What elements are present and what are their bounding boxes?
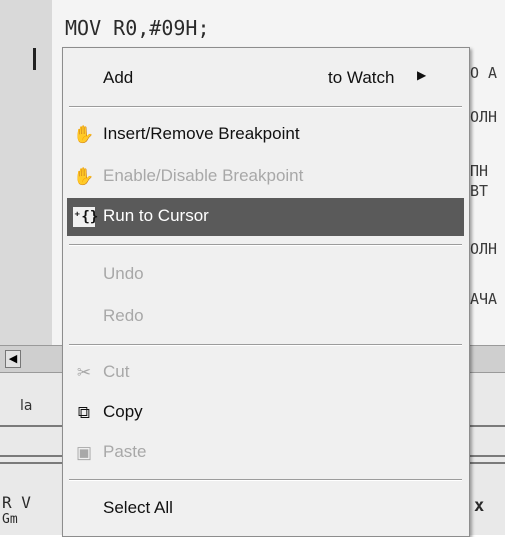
menu-item-label: Copy bbox=[103, 402, 143, 421]
menu-item-label: Redo bbox=[103, 306, 144, 325]
hand-icon: ✋ bbox=[73, 125, 95, 144]
tab-label-fragment: la bbox=[20, 398, 33, 414]
context-menu: Add to Watch ▶ ✋ Insert/Remove Breakpoin… bbox=[62, 47, 470, 537]
code-fragment: ОЛН bbox=[470, 240, 498, 258]
insert-remove-breakpoint-item[interactable]: ✋ Insert/Remove Breakpoint bbox=[67, 116, 464, 154]
run-to-cursor-item[interactable]: ⁺{} Run to Cursor bbox=[67, 198, 464, 236]
code-fragment: АЧА bbox=[470, 290, 498, 308]
menu-item-label: Enable/Disable Breakpoint bbox=[103, 166, 304, 185]
menu-separator bbox=[69, 344, 462, 346]
code-fragment: ПН bbox=[470, 162, 489, 180]
menu-item-label: Select All bbox=[103, 498, 173, 517]
menu-item-label: Add bbox=[103, 68, 134, 87]
select-all-item[interactable]: Select All bbox=[67, 490, 464, 528]
submenu-arrow-icon: ▶ bbox=[417, 68, 427, 82]
redo-item[interactable]: Redo bbox=[67, 298, 464, 336]
paste-item[interactable]: ▣ Paste bbox=[67, 434, 464, 472]
code-line-1: MOV R0,#09H; bbox=[65, 16, 210, 40]
output-fragment: Gm bbox=[2, 512, 18, 527]
add-to-watch-item[interactable]: Add to Watch ▶ bbox=[67, 60, 464, 98]
text-cursor bbox=[33, 48, 36, 70]
menu-item-label: Run to Cursor bbox=[103, 206, 209, 225]
code-fragment: ВТ bbox=[470, 182, 489, 200]
menu-item-label: Cut bbox=[103, 362, 130, 381]
output-fragment: R V bbox=[2, 493, 31, 512]
scroll-left-arrow-icon[interactable]: ◀ bbox=[5, 350, 21, 368]
code-fragment: ОЛН bbox=[470, 108, 498, 126]
menu-item-label: Insert/Remove Breakpoint bbox=[103, 124, 300, 143]
menu-separator bbox=[69, 244, 462, 246]
disabled-hand-icon: ✋ bbox=[73, 167, 95, 186]
menu-item-label: to Watch bbox=[328, 68, 395, 87]
scissors-icon: ✂ bbox=[76, 363, 92, 382]
copy-item[interactable]: ⧉ Copy bbox=[67, 394, 464, 432]
paste-icon: ▣ bbox=[75, 443, 93, 462]
undo-item[interactable]: Undo bbox=[67, 256, 464, 294]
enable-disable-breakpoint-item[interactable]: ✋ Enable/Disable Breakpoint bbox=[67, 158, 464, 196]
output-fragment: x bbox=[474, 496, 485, 516]
code-fragment: О А bbox=[470, 64, 498, 82]
cut-item[interactable]: ✂ Cut bbox=[67, 354, 464, 392]
menu-item-label: Undo bbox=[103, 264, 144, 283]
editor-gutter bbox=[0, 0, 52, 372]
run-to-cursor-icon: ⁺{} bbox=[73, 207, 99, 227]
menu-separator bbox=[69, 479, 462, 481]
menu-item-label: Paste bbox=[103, 442, 147, 461]
menu-separator bbox=[69, 106, 462, 108]
copy-icon: ⧉ bbox=[77, 403, 91, 422]
